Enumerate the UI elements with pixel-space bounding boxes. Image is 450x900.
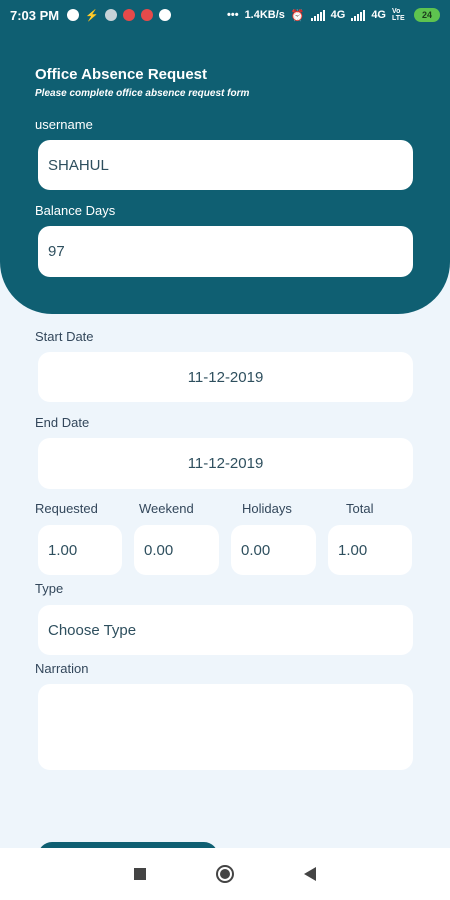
- alarm-icon: ⏰: [290, 9, 305, 22]
- narration-label: Narration: [35, 661, 89, 676]
- username-label: username: [35, 117, 93, 132]
- type-placeholder: Choose Type: [48, 621, 137, 639]
- page-title: Office Absence Request: [35, 66, 207, 83]
- weekend-label: Weekend: [139, 501, 194, 516]
- signal-icon: [310, 9, 325, 21]
- status-right: ••• 1.4KB/s ⏰ 4G 4G Vo LTE 24: [227, 8, 440, 22]
- messenger-notification-icon: [158, 9, 171, 21]
- network-speed: 1.4KB/s: [244, 9, 285, 21]
- battery-icon: 24: [414, 8, 440, 22]
- home-icon[interactable]: [216, 865, 234, 883]
- total-field[interactable]: 1.00: [328, 525, 412, 575]
- notification-icons: ⚡: [67, 9, 171, 22]
- username-value: SHAHUL: [48, 156, 109, 174]
- requested-field[interactable]: 1.00: [38, 525, 122, 575]
- android-nav-bar: [0, 848, 450, 900]
- recent-apps-icon[interactable]: [134, 868, 146, 880]
- signal-notification-icon: ⚡: [85, 9, 99, 22]
- balance-days-value: 97: [48, 243, 65, 260]
- sync-notification-icon: [104, 9, 117, 21]
- app-notification-icon: [67, 9, 80, 21]
- total-label: Total: [346, 501, 374, 516]
- volte-badge: Vo LTE: [392, 8, 405, 22]
- end-date-value: 11-12-2019: [187, 455, 264, 472]
- page-subtitle: Please complete office absence request f…: [35, 88, 250, 99]
- weekend-field[interactable]: 0.00: [134, 525, 219, 575]
- type-dropdown[interactable]: Choose Type: [38, 605, 413, 655]
- holidays-label: Holidays: [242, 501, 292, 516]
- requested-label: Requested: [35, 501, 98, 516]
- weekend-value: 0.00: [144, 541, 174, 559]
- balance-days-label: Balance Days: [35, 203, 116, 218]
- back-icon[interactable]: [304, 867, 316, 881]
- message-notification-icon-2: [140, 9, 153, 21]
- network-type-1: 4G: [330, 9, 346, 21]
- total-value: 1.00: [338, 541, 368, 559]
- type-label: Type: [35, 581, 64, 596]
- start-date-field[interactable]: 11-12-2019: [38, 352, 413, 402]
- narration-textarea[interactable]: [38, 684, 413, 770]
- network-type-2: 4G: [371, 9, 386, 21]
- status-bar: 7:03 PM ⚡ ••• 1.4KB/s ⏰ 4G 4G Vo LTE 24: [0, 0, 450, 30]
- message-notification-icon: [122, 9, 135, 21]
- start-date-value: 11-12-2019: [187, 368, 264, 386]
- holidays-value: 0.00: [241, 541, 271, 559]
- username-field[interactable]: SHAHUL: [38, 140, 413, 190]
- status-time: 7:03 PM: [10, 7, 60, 23]
- requested-value: 1.00: [48, 541, 78, 559]
- end-date-field[interactable]: 11-12-2019: [38, 438, 413, 489]
- signal-icon-2: [351, 9, 366, 21]
- more-icon: •••: [227, 9, 239, 21]
- start-date-label: Start Date: [35, 329, 94, 344]
- holidays-field[interactable]: 0.00: [231, 525, 316, 575]
- balance-days-field[interactable]: 97: [38, 226, 413, 277]
- end-date-label: End Date: [35, 415, 90, 430]
